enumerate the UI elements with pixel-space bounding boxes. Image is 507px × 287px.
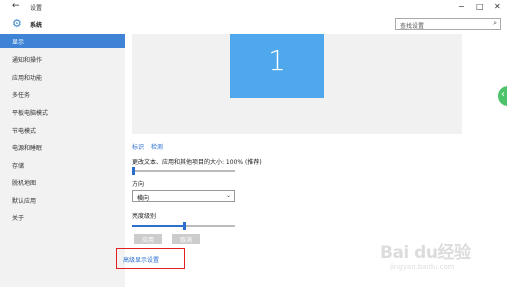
header: ⚙ 系统 查找设置 ⌕ bbox=[0, 16, 507, 34]
sidebar-item-label: 多任务 bbox=[12, 92, 31, 99]
orientation-select[interactable]: 横向 ⌄ bbox=[132, 190, 235, 202]
brightness-slider[interactable] bbox=[132, 222, 235, 230]
scale-label: 更改文本、应用和其他项目的大小: 100% (推荐) bbox=[132, 159, 262, 166]
scale-slider[interactable] bbox=[132, 167, 235, 175]
highlight-box: 高级显示设置 bbox=[116, 248, 185, 269]
orientation-label: 方向 bbox=[132, 181, 145, 188]
page-title: 系统 bbox=[30, 22, 43, 29]
brightness-slider-thumb[interactable] bbox=[183, 222, 186, 230]
cancel-button-label: 取消 bbox=[179, 237, 192, 244]
sidebar-item-about[interactable]: 关于 bbox=[0, 210, 125, 224]
sidebar-item-multitasking[interactable]: 多任务 bbox=[0, 87, 125, 101]
sidebar-item-battery-saver[interactable]: 节电模式 bbox=[0, 123, 125, 137]
scale-slider-thumb[interactable] bbox=[132, 167, 135, 175]
sidebar-item-label: 脱机地图 bbox=[12, 180, 37, 187]
search-input[interactable]: 查找设置 ⌕ bbox=[395, 18, 501, 30]
sidebar-item-label: 默认应用 bbox=[12, 198, 37, 205]
sidebar-item-label: 通知和操作 bbox=[12, 57, 43, 64]
brightness-label: 亮度级别 bbox=[132, 213, 157, 220]
gear-icon: ⚙ bbox=[12, 17, 22, 30]
sidebar-item-offline-maps[interactable]: 脱机地图 bbox=[0, 175, 125, 189]
close-icon[interactable]: ✕ bbox=[494, 2, 501, 11]
apply-button[interactable]: 应用 bbox=[134, 234, 162, 244]
watermark-url: jingyan.baidu.com bbox=[390, 263, 455, 271]
sidebar-item-label: 关于 bbox=[12, 215, 25, 222]
detect-link[interactable]: 检测 bbox=[151, 142, 163, 151]
sidebar-item-label: 平板电脑模式 bbox=[12, 110, 49, 117]
back-arrow-icon[interactable]: ← bbox=[12, 1, 20, 11]
search-icon: ⌕ bbox=[493, 19, 497, 27]
chevron-down-icon: ⌄ bbox=[225, 192, 231, 199]
sidebar-item-storage[interactable]: 存储 bbox=[0, 158, 125, 172]
title-bar: ← 设置 − □ ✕ bbox=[0, 0, 507, 16]
arrow-icon: ‹ bbox=[501, 89, 505, 100]
minimize-icon[interactable]: − bbox=[458, 2, 465, 11]
watermark-logo: Bai du经验 bbox=[380, 243, 471, 263]
window-title: 设置 bbox=[30, 5, 43, 12]
monitor-tile[interactable]: 1 bbox=[230, 34, 324, 98]
monitor-number: 1 bbox=[268, 44, 286, 77]
maximize-icon[interactable]: □ bbox=[476, 2, 484, 11]
sidebar-item-label: 节电模式 bbox=[12, 128, 37, 135]
orientation-value: 横向 bbox=[137, 195, 150, 202]
sidebar-item-label: 应用和功能 bbox=[12, 75, 43, 82]
sidebar-item-tablet-mode[interactable]: 平板电脑模式 bbox=[0, 105, 125, 119]
cancel-button[interactable]: 取消 bbox=[172, 234, 200, 244]
sidebar-item-apps[interactable]: 应用和功能 bbox=[0, 70, 125, 84]
sidebar-item-default-apps[interactable]: 默认应用 bbox=[0, 193, 125, 207]
sidebar-item-label: 显示 bbox=[12, 39, 25, 46]
advanced-display-settings-link[interactable]: 高级显示设置 bbox=[123, 255, 159, 264]
sidebar-item-label: 电源和睡眠 bbox=[12, 145, 43, 152]
sidebar-item-power-sleep[interactable]: 电源和睡眠 bbox=[0, 140, 125, 154]
watermark: Bai du经验 jingyan.baidu.com bbox=[380, 238, 505, 278]
identify-link[interactable]: 标识 bbox=[132, 142, 144, 151]
sidebar-item-display[interactable]: 显示 bbox=[0, 34, 125, 48]
brightness-slider-fill bbox=[132, 225, 184, 227]
apply-button-label: 应用 bbox=[141, 237, 154, 244]
sidebar: 显示 通知和操作 应用和功能 多任务 平板电脑模式 节电模式 电源和睡眠 存储 … bbox=[0, 34, 125, 287]
sidebar-item-label: 存储 bbox=[12, 163, 25, 170]
display-preview: 1 bbox=[132, 34, 462, 134]
sidebar-item-notifications[interactable]: 通知和操作 bbox=[0, 52, 125, 66]
search-placeholder: 查找设置 bbox=[400, 23, 425, 30]
